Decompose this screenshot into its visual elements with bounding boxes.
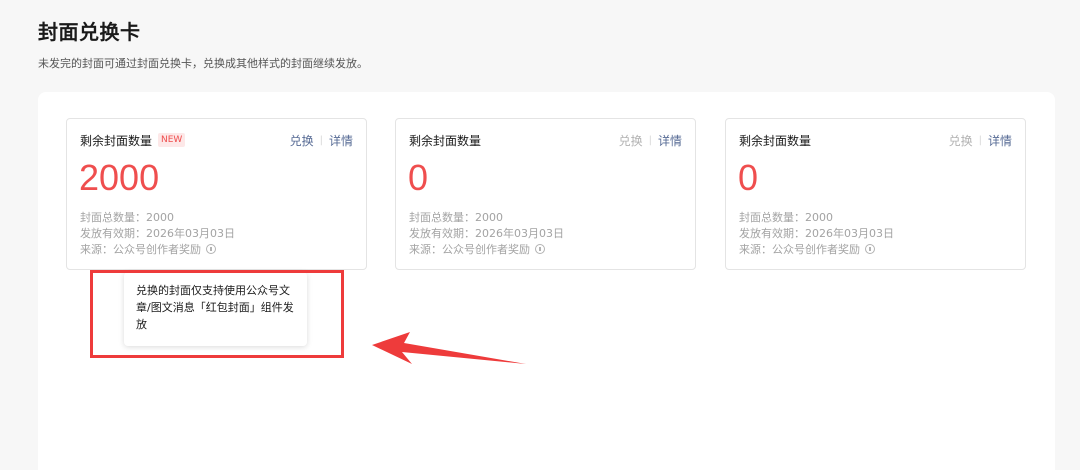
valid-date-text: 发放有效期：2026年03月03日: [739, 227, 894, 240]
cover-card: 剩余封面数量 兑换 | 详情 0 封面总数量：2000 发放有效期：2026年0…: [395, 118, 696, 270]
page-description: 未发完的封面可通过封面兑换卡，兑换成其他样式的封面继续发放。: [38, 57, 368, 70]
source-row: 来源：公众号创作者奖励: [80, 241, 216, 257]
detail-link[interactable]: 详情: [658, 132, 682, 149]
cover-card: 剩余封面数量 NEW 兑换 | 详情 2000 封面总数量：2000 发放有效期…: [66, 118, 367, 270]
page-title: 封面兑换卡: [38, 20, 141, 44]
exchange-link: 兑换: [618, 134, 643, 148]
annotation-arrow-icon: [372, 332, 526, 364]
total-count-text: 封面总数量：2000: [739, 211, 833, 224]
card-title: 剩余封面数量: [739, 134, 812, 148]
card-title: 剩余封面数量: [409, 134, 482, 148]
remaining-count: 2000: [79, 157, 160, 198]
detail-link[interactable]: 详情: [329, 132, 353, 149]
detail-link[interactable]: 详情: [988, 132, 1012, 149]
exchange-link[interactable]: 兑换: [290, 132, 314, 149]
annotation-highlight-box: [90, 270, 344, 358]
source-row: 来源：公众号创作者奖励: [409, 241, 545, 257]
info-icon[interactable]: [535, 244, 545, 254]
cover-card: 剩余封面数量 兑换 | 详情 0 封面总数量：2000 发放有效期：2026年0…: [725, 118, 1026, 270]
valid-date-text: 发放有效期：2026年03月03日: [80, 227, 235, 240]
source-text: 来源：公众号创作者奖励: [80, 243, 201, 256]
card-actions: 兑换 | 详情: [949, 132, 1012, 149]
remaining-count: 0: [408, 157, 429, 198]
card-actions: 兑换 | 详情: [619, 132, 682, 149]
total-count-text: 封面总数量：2000: [80, 211, 174, 224]
action-separator: |: [319, 135, 323, 146]
valid-date-text: 发放有效期：2026年03月03日: [409, 227, 564, 240]
remaining-count: 0: [738, 157, 759, 198]
card-title: 剩余封面数量: [80, 134, 153, 148]
source-text: 来源：公众号创作者奖励: [409, 243, 530, 256]
source-text: 来源：公众号创作者奖励: [739, 243, 860, 256]
exchange-link: 兑换: [948, 134, 973, 148]
source-row: 来源：公众号创作者奖励: [739, 241, 875, 257]
info-icon[interactable]: [865, 244, 875, 254]
card-actions: 兑换 | 详情: [290, 132, 353, 149]
total-count-text: 封面总数量：2000: [409, 211, 503, 224]
action-separator: |: [978, 135, 982, 146]
action-separator: |: [648, 135, 652, 146]
page: 封面兑换卡 未发完的封面可通过封面兑换卡，兑换成其他样式的封面继续发放。 剩余封…: [0, 0, 1080, 470]
new-badge: NEW: [158, 133, 186, 147]
info-icon[interactable]: [206, 244, 216, 254]
